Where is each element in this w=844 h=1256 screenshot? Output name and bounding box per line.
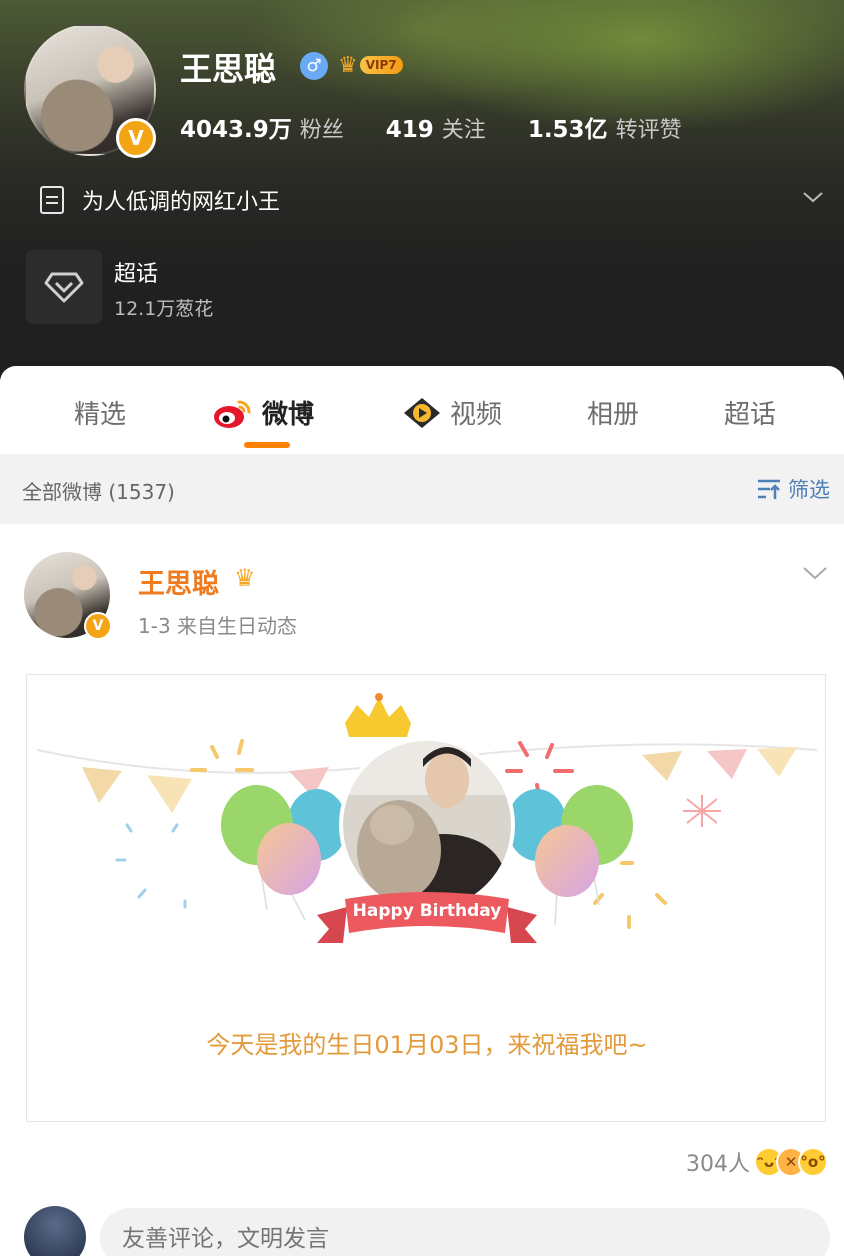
stat-followers[interactable]: 4043.9万 粉丝: [180, 110, 344, 144]
verified-badge-icon: V: [84, 612, 112, 640]
bio-text: 为人低调的网红小王: [82, 190, 281, 215]
tab-album[interactable]: 相册: [587, 394, 639, 431]
tab-label: 精选: [74, 400, 127, 430]
vip-label: VIP7: [359, 56, 403, 74]
stat-value: 1.53亿: [527, 117, 608, 143]
male-gender-icon: ♂: [300, 52, 328, 80]
active-tab-indicator: [244, 442, 290, 448]
current-user-avatar[interactable]: [24, 1206, 86, 1256]
crown-icon: ♛: [234, 564, 256, 592]
profile-tabs: 精选 微博 视频 相册 超话: [0, 366, 844, 454]
document-icon: [40, 186, 64, 214]
tab-featured[interactable]: 精选: [74, 394, 126, 431]
supertopic-diamond-icon[interactable]: [26, 250, 102, 324]
post-author-name[interactable]: 王思聪: [138, 562, 219, 601]
reactions[interactable]: 304人 ᵔᴗᵔ ✕ °o°: [686, 1146, 828, 1178]
stat-value: 419: [385, 117, 434, 143]
birthday-caption: 今天是我的生日01月03日，来祝福我吧~: [206, 1031, 648, 1059]
chevron-down-icon[interactable]: [802, 186, 824, 208]
stat-value: 4043.9万: [180, 117, 292, 143]
profile-stats: 4043.9万 粉丝 419 关注 1.53亿 转评赞: [180, 110, 724, 144]
stat-label: 关注: [441, 118, 486, 143]
tab-supertopic[interactable]: 超话: [724, 394, 776, 431]
profile-page: V 王思聪 ♂ ♛ VIP7 4043.9万 粉丝 419 关注 1.53亿 转…: [0, 0, 844, 1256]
tab-weibo[interactable]: 微博: [212, 394, 314, 431]
vip-badge[interactable]: ♛ VIP7: [338, 52, 403, 78]
profile-bio[interactable]: 为人低调的网红小王: [40, 184, 280, 216]
chevron-down-icon[interactable]: [802, 562, 828, 584]
happy-birthday-banner: Happy Birthday: [352, 901, 502, 921]
supertopic-title[interactable]: 超话: [114, 256, 158, 288]
tab-label: 微博: [262, 400, 315, 430]
profile-name: 王思聪: [180, 50, 277, 88]
filter-bar: 全部微博 (1537) 筛选: [0, 454, 844, 524]
tab-label: 超话: [724, 400, 777, 430]
stat-label: 转评赞: [615, 118, 682, 143]
tab-label: 相册: [587, 400, 640, 430]
post-meta: 1-3 来自生日动态: [138, 614, 298, 638]
birthday-card[interactable]: Happy Birthday 今天是我的生日01月03日，来祝福我吧~: [26, 674, 826, 1122]
stat-interactions[interactable]: 1.53亿 转评赞: [528, 110, 682, 144]
stat-following[interactable]: 419 关注: [386, 112, 486, 144]
post-count: 全部微博 (1537): [22, 480, 175, 504]
tab-video[interactable]: 视频: [402, 394, 502, 431]
comment-input[interactable]: [100, 1208, 830, 1256]
weibo-logo-icon: [214, 400, 251, 428]
verified-badge-icon: V: [116, 118, 156, 158]
surprised-emoji-icon: °o°: [798, 1147, 828, 1177]
crown-icon: ♛: [338, 52, 358, 78]
tab-label: 视频: [450, 400, 503, 430]
supertopic-subtitle: 12.1万葱花: [114, 298, 214, 320]
filter-button[interactable]: 筛选: [756, 474, 830, 504]
stat-label: 粉丝: [299, 118, 344, 143]
filter-label: 筛选: [788, 478, 830, 502]
video-play-icon: [404, 397, 440, 428]
filter-icon: [758, 479, 780, 499]
reaction-count: 304人: [686, 1152, 750, 1177]
profile-header: V 王思聪 ♂ ♛ VIP7 4043.9万 粉丝 419 关注 1.53亿 转…: [0, 0, 844, 380]
